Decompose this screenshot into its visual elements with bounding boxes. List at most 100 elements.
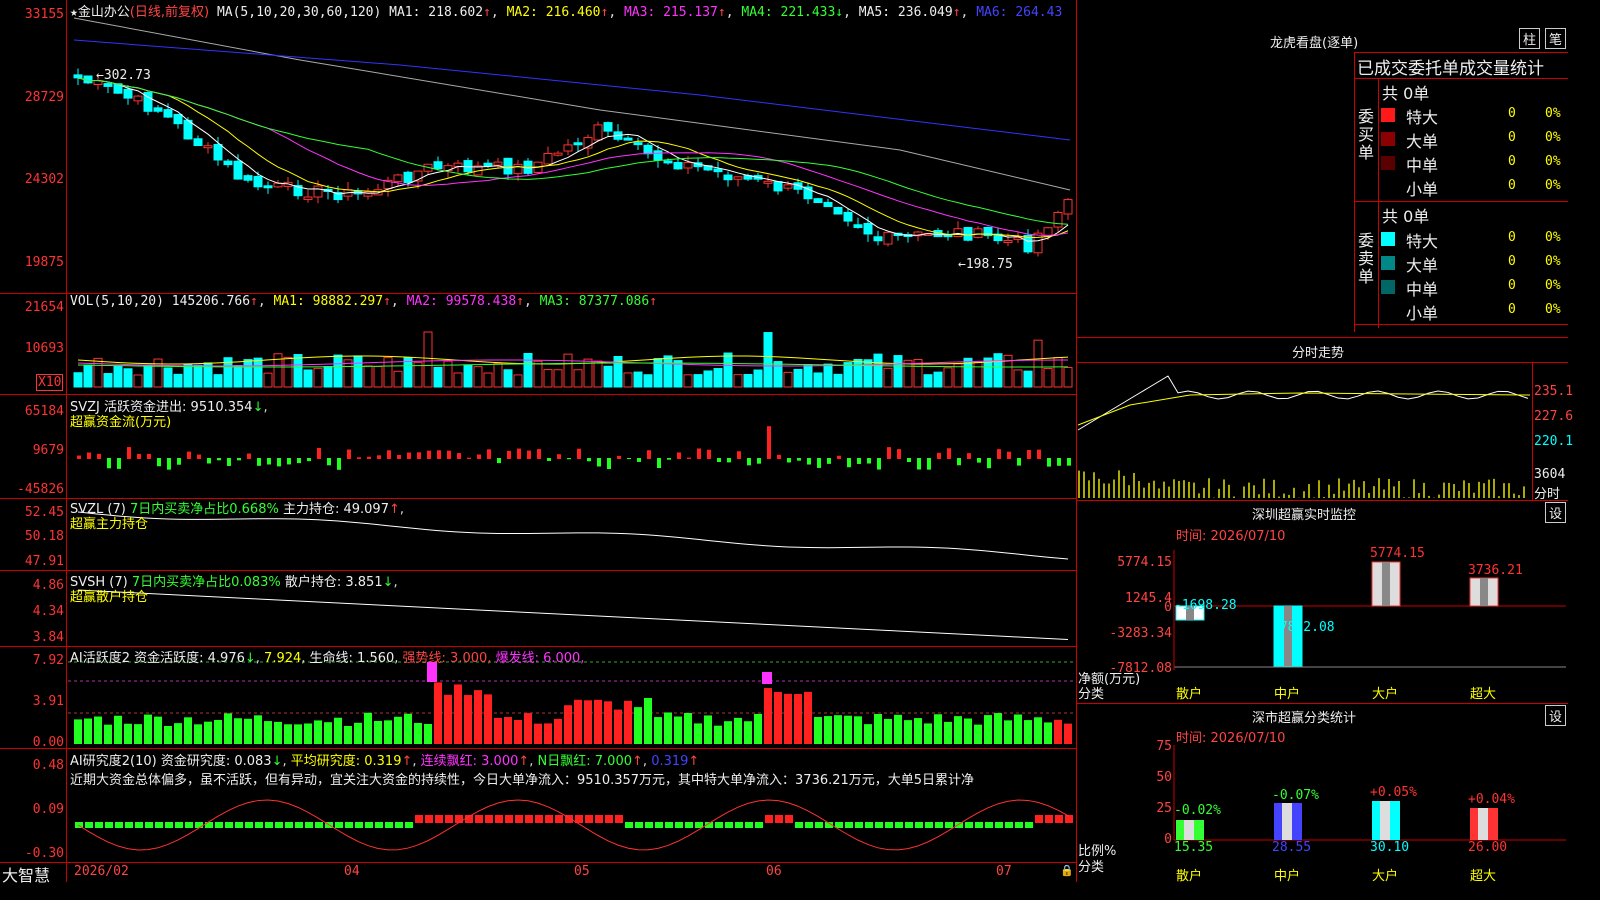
- ai1-axis-label: 7.92: [32, 653, 64, 668]
- sztj-axis-label: 50: [1156, 770, 1172, 785]
- order-count: 0: [1508, 178, 1516, 193]
- legend-swatch: [1381, 232, 1395, 246]
- legend-swatch: [1381, 132, 1395, 146]
- ratio-value: 28.55: [1272, 840, 1312, 855]
- legend-swatch: [1381, 256, 1395, 270]
- ai2-axis-label: 0.48: [32, 758, 64, 773]
- sell-count: 共 0单: [1382, 207, 1430, 226]
- category-label: 大户: [1372, 869, 1399, 884]
- vol-axis-label: 10693: [24, 341, 64, 356]
- order-count: 0: [1508, 254, 1516, 269]
- ai1-header: AI活跃度2 资金活跃度: 4.976↓, 7.924, 生命线: 1.560,…: [70, 651, 585, 666]
- period-label: (日线,前复权): [129, 5, 210, 20]
- fenshi-vol-axis: 3604: [1534, 467, 1566, 482]
- bar-mode-button[interactable]: 柱: [1519, 28, 1541, 49]
- vol-header: VOL(5,10,20) 145206.766↑, MA1: 98882.297…: [70, 294, 658, 309]
- order-size-label: 中单: [1406, 156, 1439, 175]
- szjk-title: 深圳超赢实时监控: [1252, 508, 1357, 523]
- ai1-axis-label: 0.00: [32, 735, 64, 750]
- sztj-title: 深市超赢分类统计: [1252, 711, 1357, 726]
- price-axis-label: 19875: [24, 255, 64, 270]
- order-percent: 0%: [1545, 154, 1561, 169]
- sell-side-label: 委卖单: [1358, 231, 1375, 286]
- order-percent: 0%: [1545, 302, 1561, 317]
- change-label: +0.04%: [1468, 792, 1515, 807]
- date-tick: 06: [766, 864, 782, 879]
- szjk-settings-button[interactable]: 设: [1545, 502, 1567, 523]
- date-tick: 05: [574, 864, 590, 879]
- ratio-value: 26.00: [1468, 840, 1508, 855]
- price-axis-label: 33155: [24, 7, 64, 22]
- order-percent: 0%: [1545, 230, 1561, 245]
- change-label: -0.02%: [1174, 803, 1221, 818]
- order-count: 0: [1508, 154, 1516, 169]
- sztj-settings-button[interactable]: 设: [1545, 705, 1567, 726]
- fenshi-title: 分时走势: [1292, 346, 1345, 361]
- order-percent: 0%: [1545, 178, 1561, 193]
- ai2-header: AI研究度2(10) 资金研究度: 0.083↓, 平均研究度: 0.319↑,…: [70, 754, 700, 769]
- date-tick: 2026/02: [74, 864, 129, 879]
- legend-swatch: [1381, 156, 1395, 170]
- svzl-axis-label: 52.45: [24, 505, 64, 520]
- vol-unit-badge: X10: [36, 374, 64, 391]
- svzl-axis-label: 47.91: [24, 554, 64, 569]
- fenshi-axis-label: 220.1: [1534, 434, 1574, 449]
- change-label: -0.07%: [1272, 788, 1319, 803]
- lock-icon: 🔒: [1060, 864, 1074, 877]
- net-value-label: -1698.28: [1174, 598, 1237, 613]
- sztj-xlabel: 分类: [1078, 860, 1105, 875]
- fenshi-axis-label: 227.6: [1534, 409, 1574, 424]
- svzl-subtitle: 超赢主力持仓: [70, 517, 149, 532]
- category-label: 超大: [1470, 869, 1497, 884]
- price-axis-label: 24302: [24, 172, 64, 187]
- order-count: 0: [1508, 106, 1516, 121]
- order-percent: 0%: [1545, 278, 1561, 293]
- order-size-label: 小单: [1406, 180, 1439, 199]
- svsh-axis-label: 4.86: [32, 578, 64, 593]
- order-size-label: 特大: [1406, 108, 1439, 127]
- lhb-title: 龙虎看盘(逐单): [1270, 36, 1359, 51]
- szjk-time: 时间: 2026/07/10: [1176, 529, 1286, 544]
- order-count: 0: [1508, 130, 1516, 145]
- category-label: 中户: [1274, 687, 1301, 702]
- legend-swatch: [1381, 280, 1395, 294]
- ai2-description: 近期大资金总体偏多，虽不活跃，但有异动，宜关注大资金的持续性，今日大单净流入：9…: [70, 773, 975, 788]
- main-header: ★金山办公(日线,前复权) MA(5,10,20,30,60,120) MA1:…: [70, 5, 1063, 20]
- szjk-xlabel: 分类: [1078, 687, 1105, 702]
- svsh-axis-label: 4.34: [32, 604, 64, 619]
- svsh-subtitle: 超赢散户持仓: [70, 590, 149, 605]
- order-size-label: 特大: [1406, 232, 1439, 251]
- order-percent: 0%: [1545, 254, 1561, 269]
- ratio-value: 30.10: [1370, 840, 1410, 855]
- order-percent: 0%: [1545, 130, 1561, 145]
- order-size-label: 大单: [1406, 132, 1439, 151]
- category-label: 散户: [1176, 869, 1203, 884]
- ai1-axis-label: 3.91: [32, 694, 64, 709]
- star-icon: ★: [70, 5, 78, 20]
- svzj-axis-label: 65184: [24, 404, 64, 419]
- svzl-axis-label: 50.18: [24, 529, 64, 544]
- change-label: +0.05%: [1370, 785, 1417, 800]
- szjk-axis-label: -3283.34: [1109, 626, 1172, 641]
- lhb-header: 已成交委托单成交量统计: [1357, 59, 1544, 79]
- high-price-label: 302.73: [103, 68, 151, 83]
- order-size-label: 中单: [1406, 280, 1439, 299]
- sztj-axis-label: 75: [1156, 739, 1172, 754]
- net-value-label: -7812.08: [1272, 620, 1335, 635]
- brand-logo[interactable]: 大智慧: [2, 862, 50, 886]
- tick-mode-button[interactable]: 笔: [1545, 28, 1567, 49]
- sztj-axis-label: 25: [1156, 801, 1172, 816]
- category-label: 大户: [1372, 687, 1399, 702]
- order-count: 0: [1508, 278, 1516, 293]
- order-size-label: 大单: [1406, 256, 1439, 275]
- legend-swatch: [1381, 108, 1395, 122]
- vol-axis-label: 21654: [24, 300, 64, 315]
- szjk-axis-label: 5774.15: [1117, 555, 1172, 570]
- ai2-axis-label: -0.30: [24, 846, 64, 861]
- fenshi-axis-label: 235.1: [1534, 384, 1574, 399]
- szjk-axis-label: 0: [1164, 600, 1172, 615]
- low-price-label: 198.75: [965, 257, 1013, 272]
- svzj-axis-label: 9679: [32, 443, 64, 458]
- order-percent: 0%: [1545, 106, 1561, 121]
- net-value-label: 5774.15: [1370, 546, 1425, 561]
